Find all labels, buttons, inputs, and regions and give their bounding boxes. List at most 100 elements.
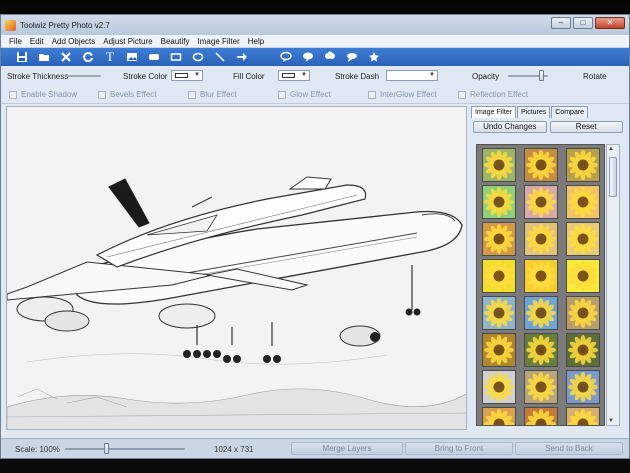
title-bar: Toolwiz Pretty Photo v2.7 – □ ✕: [1, 15, 629, 35]
filter-thumbnail[interactable]: [566, 148, 600, 182]
filter-thumbnail[interactable]: [482, 407, 516, 425]
menu-add-objects[interactable]: Add Objects: [48, 37, 100, 46]
bevels-effect-option[interactable]: Bevels Effect: [98, 90, 157, 99]
sunflower-icon: [568, 298, 598, 328]
filter-thumbnail[interactable]: [482, 222, 516, 256]
fill-color-picker[interactable]: ▼: [278, 70, 310, 81]
line-icon[interactable]: [209, 49, 231, 65]
reflection-effect-option[interactable]: Reflection Effect: [458, 90, 528, 99]
sunflower-icon: [484, 298, 514, 328]
menu-adjust-picture[interactable]: Adjust Picture: [99, 37, 156, 46]
sunflower-icon: [484, 372, 514, 402]
filter-thumbnail[interactable]: [524, 296, 558, 330]
interglow-effect-option[interactable]: InterGlow Effect: [368, 90, 437, 99]
rounded-rect-icon[interactable]: [143, 49, 165, 65]
gallery-scrollbar[interactable]: ▲ ▼: [606, 144, 620, 426]
enable-shadow-checkbox[interactable]: [9, 90, 17, 99]
filter-thumbnail[interactable]: [566, 222, 600, 256]
filter-thumbnail[interactable]: [482, 259, 516, 293]
reflection-effect-checkbox[interactable]: [458, 90, 466, 99]
sunflower-icon: [568, 409, 598, 425]
open-icon[interactable]: [33, 49, 55, 65]
cloud-icon[interactable]: [341, 49, 363, 65]
speech-bubble-icon[interactable]: [275, 49, 297, 65]
close-window-button[interactable]: ✕: [595, 17, 625, 29]
image-icon[interactable]: [121, 49, 143, 65]
fill-color-label: Fill Color: [233, 72, 265, 81]
filter-thumbnail[interactable]: [566, 370, 600, 404]
rotate-label[interactable]: Rotate: [583, 72, 607, 81]
rotate-icon[interactable]: [77, 49, 99, 65]
sunflower-icon: [568, 187, 598, 217]
filter-thumbnail[interactable]: [482, 370, 516, 404]
side-panel: Image Filter Pictures Compare Undo Chang…: [469, 106, 627, 430]
scrollbar-thumb[interactable]: [609, 157, 617, 197]
thought-bubble-icon[interactable]: [297, 49, 319, 65]
toolbar: T: [1, 48, 629, 66]
filter-thumbnail[interactable]: [524, 407, 558, 425]
status-bar: Scale: 100% 1024 x 731 Merge Layers Brin…: [1, 438, 629, 458]
filter-thumbnail[interactable]: [482, 296, 516, 330]
tab-image-filter[interactable]: Image Filter: [471, 106, 516, 118]
photo-canvas[interactable]: [6, 106, 467, 430]
filter-thumbnail[interactable]: [524, 222, 558, 256]
filter-thumbnail[interactable]: [524, 148, 558, 182]
enable-shadow-option[interactable]: Enable Shadow: [9, 90, 77, 99]
bring-to-front-button[interactable]: Bring to Front: [405, 442, 513, 455]
sketch-photo: [7, 107, 466, 429]
menu-beautify[interactable]: Beautify: [157, 37, 194, 46]
menu-edit[interactable]: Edit: [26, 37, 48, 46]
filter-thumbnail[interactable]: [482, 333, 516, 367]
rectangle-icon[interactable]: [165, 49, 187, 65]
merge-layers-button[interactable]: Merge Layers: [291, 442, 403, 455]
scroll-down-icon[interactable]: ▼: [608, 418, 614, 424]
interglow-effect-checkbox[interactable]: [368, 90, 376, 99]
filter-thumbnail[interactable]: [566, 185, 600, 219]
filter-thumbnail[interactable]: [524, 185, 558, 219]
ellipse-icon[interactable]: [187, 49, 209, 65]
glow-effect-option[interactable]: Glow Effect: [278, 90, 331, 99]
scale-slider[interactable]: [65, 448, 185, 450]
send-to-back-button[interactable]: Send to Back: [515, 442, 623, 455]
filter-thumbnail[interactable]: [566, 259, 600, 293]
filter-thumbnail[interactable]: [524, 333, 558, 367]
stroke-dash-select[interactable]: ▼: [386, 70, 438, 81]
stroke-color-picker[interactable]: ▼: [171, 70, 203, 81]
bevels-effect-label: Bevels Effect: [110, 90, 157, 99]
bevels-effect-checkbox[interactable]: [98, 90, 106, 99]
filter-thumbnail[interactable]: [566, 407, 600, 425]
menu-file[interactable]: File: [5, 37, 26, 46]
tab-compare[interactable]: Compare: [551, 106, 589, 118]
blur-effect-checkbox[interactable]: [188, 90, 196, 99]
callout-icon[interactable]: [319, 49, 341, 65]
sunflower-icon: [526, 372, 556, 402]
filter-thumbnail[interactable]: [566, 296, 600, 330]
close-icon[interactable]: [55, 49, 77, 65]
app-logo-icon: [5, 19, 16, 31]
save-icon[interactable]: [11, 49, 33, 65]
filter-thumbnail[interactable]: [482, 185, 516, 219]
glow-effect-checkbox[interactable]: [278, 90, 286, 99]
star-icon[interactable]: [363, 49, 385, 65]
maximize-button[interactable]: □: [573, 17, 593, 29]
filter-thumbnail[interactable]: [524, 259, 558, 293]
scale-slider-thumb[interactable]: [104, 443, 109, 454]
sunflower-icon: [526, 335, 556, 365]
undo-changes-button[interactable]: Undo Changes: [473, 121, 547, 133]
scroll-up-icon[interactable]: ▲: [608, 146, 614, 152]
panel-tabs: Image Filter Pictures Compare: [469, 106, 627, 118]
stroke-thickness-slider[interactable]: [65, 75, 101, 77]
opacity-slider-thumb[interactable]: [539, 70, 544, 81]
reflection-effect-label: Reflection Effect: [470, 90, 529, 99]
text-icon[interactable]: T: [99, 49, 121, 65]
menu-help[interactable]: Help: [244, 37, 268, 46]
reset-button[interactable]: Reset: [549, 121, 623, 133]
minimize-button[interactable]: –: [551, 17, 571, 29]
filter-thumbnail[interactable]: [524, 370, 558, 404]
filter-thumbnail[interactable]: [482, 148, 516, 182]
arrow-icon[interactable]: [231, 49, 253, 65]
filter-thumbnail[interactable]: [566, 333, 600, 367]
blur-effect-option[interactable]: Blur Effect: [188, 90, 237, 99]
tab-pictures[interactable]: Pictures: [516, 106, 551, 118]
menu-image-filter[interactable]: Image Filter: [194, 37, 244, 46]
